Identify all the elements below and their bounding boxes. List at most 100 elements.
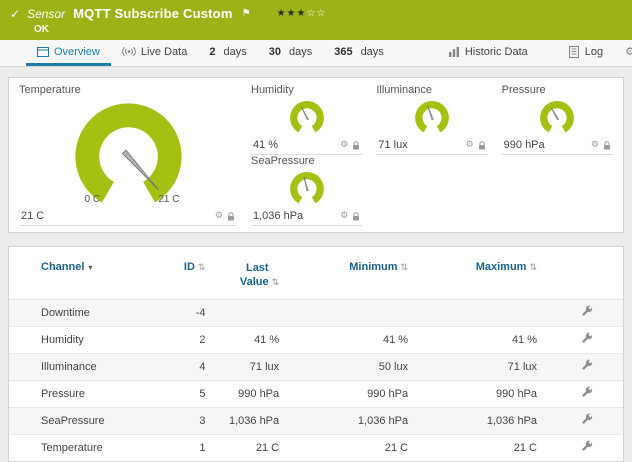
channel-last-value: 71 lux <box>205 353 279 380</box>
tab-live-data[interactable]: Live Data <box>111 40 198 66</box>
gauge-value: 1,036 hPa <box>253 210 303 222</box>
tab-label: days <box>289 46 312 58</box>
gauge-pressure: Pressure 990 hPa ⚙ <box>502 84 613 155</box>
tab-30-days[interactable]: 30 days <box>258 40 324 66</box>
stars-filled: ★★★ <box>277 8 307 19</box>
tab-historic-data[interactable]: Historic Data <box>437 40 539 66</box>
tab-overview[interactable]: Overview <box>26 40 111 66</box>
sensor-status-badge: OK <box>34 24 622 35</box>
channel-settings-wrench-icon[interactable] <box>580 305 593 318</box>
column-header-maximum[interactable]: Maximum⇅ <box>408 259 537 299</box>
sensor-title: MQTT Subscribe Custom <box>73 6 233 21</box>
gauge-value: 990 hPa <box>504 139 545 151</box>
tab-2-days[interactable]: 2 days <box>198 40 257 66</box>
gauge-lock-icon[interactable] <box>227 212 235 221</box>
channel-name: Temperature <box>9 434 156 461</box>
gauge-lock-icon[interactable] <box>603 141 611 150</box>
sort-icon[interactable]: ⇅ <box>198 263 206 273</box>
table-row: Humidity 2 41 % 41 % 41 % <box>9 326 623 353</box>
object-kind-label: Sensor <box>27 7 65 21</box>
sort-icon[interactable]: ⇅ <box>272 278 280 288</box>
gauge-settings-gear-icon[interactable]: ⚙ <box>340 140 348 150</box>
gauge-settings-gear-icon[interactable]: ⚙ <box>591 140 599 150</box>
channel-settings-wrench-icon[interactable] <box>580 440 593 453</box>
tab-label: days <box>223 46 246 58</box>
gauge-value: 71 lux <box>378 139 407 151</box>
gauge-settings-gear-icon[interactable]: ⚙ <box>340 211 348 221</box>
live-data-icon <box>122 46 136 57</box>
tab-label-number: 30 <box>269 46 281 58</box>
seapressure-gauge[interactable] <box>287 169 327 206</box>
gauge-lock-icon[interactable] <box>352 141 360 150</box>
empty-gauge-cell <box>502 155 613 226</box>
channel-name: Pressure <box>9 380 156 407</box>
tab-bar: Overview Live Data 2 days 30 days 365 da… <box>0 40 632 67</box>
prtg-sensor-page: ✓ Sensor MQTT Subscribe Custom ⚑ ★★★☆☆ O… <box>0 0 632 462</box>
column-header-id[interactable]: ID⇅ <box>156 259 205 299</box>
tab-label: Overview <box>54 46 100 58</box>
stars-empty: ☆☆ <box>306 8 326 19</box>
column-label: Maximum <box>476 261 527 273</box>
column-label: ID <box>184 261 195 273</box>
gauge-lock-icon[interactable] <box>478 141 486 150</box>
gauge-lock-icon[interactable] <box>352 212 360 221</box>
tab-settings[interactable]: ⚙ Settings <box>614 40 632 66</box>
channel-maximum <box>408 299 537 326</box>
illuminance-gauge[interactable] <box>412 98 452 135</box>
channel-settings-wrench-icon[interactable] <box>580 359 593 372</box>
table-row: Pressure 5 990 hPa 990 hPa 990 hPa <box>9 380 623 407</box>
small-gauges-grid: Humidity 41 % ⚙ Illuminance <box>251 84 613 226</box>
channel-settings-wrench-icon[interactable] <box>580 332 593 345</box>
status-check-icon: ✓ <box>10 7 20 21</box>
sensor-header: ✓ Sensor MQTT Subscribe Custom ⚑ ★★★☆☆ O… <box>0 0 632 40</box>
channel-id: 5 <box>156 380 205 407</box>
channel-last-value: 21 C <box>205 434 279 461</box>
table-row: Illuminance 4 71 lux 50 lux 71 lux <box>9 353 623 380</box>
gauge-seapressure: SeaPressure 1,036 hPa ⚙ <box>251 155 362 226</box>
tab-label: Historic Data <box>465 46 528 58</box>
priority-stars[interactable]: ★★★☆☆ <box>277 8 327 19</box>
flag-icon[interactable]: ⚑ <box>242 8 251 19</box>
column-header-tools <box>537 259 623 299</box>
channel-settings-wrench-icon[interactable] <box>580 386 593 399</box>
gauge-label: SeaPressure <box>251 155 362 168</box>
gauge-settings-gear-icon[interactable]: ⚙ <box>466 140 474 150</box>
column-label: Last Value <box>235 261 269 290</box>
table-row: SeaPressure 3 1,036 hPa 1,036 hPa 1,036 … <box>9 407 623 434</box>
channel-id: 1 <box>156 434 205 461</box>
historic-data-icon <box>448 46 460 58</box>
channel-maximum: 71 lux <box>408 353 537 380</box>
channel-last-value: 1,036 hPa <box>205 407 279 434</box>
gauge-scale-min: 0 C <box>85 194 101 205</box>
gauge-label: Illuminance <box>376 84 487 97</box>
channel-name: SeaPressure <box>9 407 156 434</box>
overview-icon <box>37 46 49 58</box>
channel-filter-dropdown-icon[interactable]: ▾ <box>88 263 92 272</box>
channel-minimum: 50 lux <box>279 353 408 380</box>
channel-last-value: 41 % <box>205 326 279 353</box>
column-header-channel[interactable]: Channel▾ <box>9 259 156 299</box>
tab-label: Live Data <box>141 46 187 58</box>
tab-log[interactable]: Log <box>557 40 614 66</box>
channel-id: -4 <box>156 299 205 326</box>
settings-gear-icon: ⚙ <box>625 46 632 57</box>
gauge-temperature: Temperature 0 C 21 C 21 C ⚙ <box>19 84 237 226</box>
gauge-label: Pressure <box>502 84 613 97</box>
column-header-minimum[interactable]: Minimum ⇅ <box>279 259 408 299</box>
temperature-gauge[interactable]: 0 C 21 C <box>69 97 188 205</box>
sort-icon[interactable]: ⇅ <box>401 263 409 273</box>
log-icon <box>568 46 580 58</box>
main-content: Temperature 0 C 21 C 21 C ⚙ <box>0 67 632 462</box>
pressure-gauge[interactable] <box>537 98 577 135</box>
channel-maximum: 41 % <box>408 326 537 353</box>
tab-365-days[interactable]: 365 days <box>323 40 395 66</box>
column-header-last-value[interactable]: Last Value⇅ <box>205 259 279 299</box>
channel-settings-wrench-icon[interactable] <box>580 413 593 426</box>
channel-minimum: 21 C <box>279 434 408 461</box>
gauge-settings-gear-icon[interactable]: ⚙ <box>215 211 223 221</box>
column-label: Minimum <box>349 261 397 273</box>
table-header-row: Channel▾ ID⇅ Last Value⇅ Minimum⇅ Maximu… <box>9 259 623 299</box>
sort-icon[interactable]: ⇅ <box>529 263 537 273</box>
empty-gauge-cell <box>376 155 487 226</box>
humidity-gauge[interactable] <box>287 98 327 135</box>
